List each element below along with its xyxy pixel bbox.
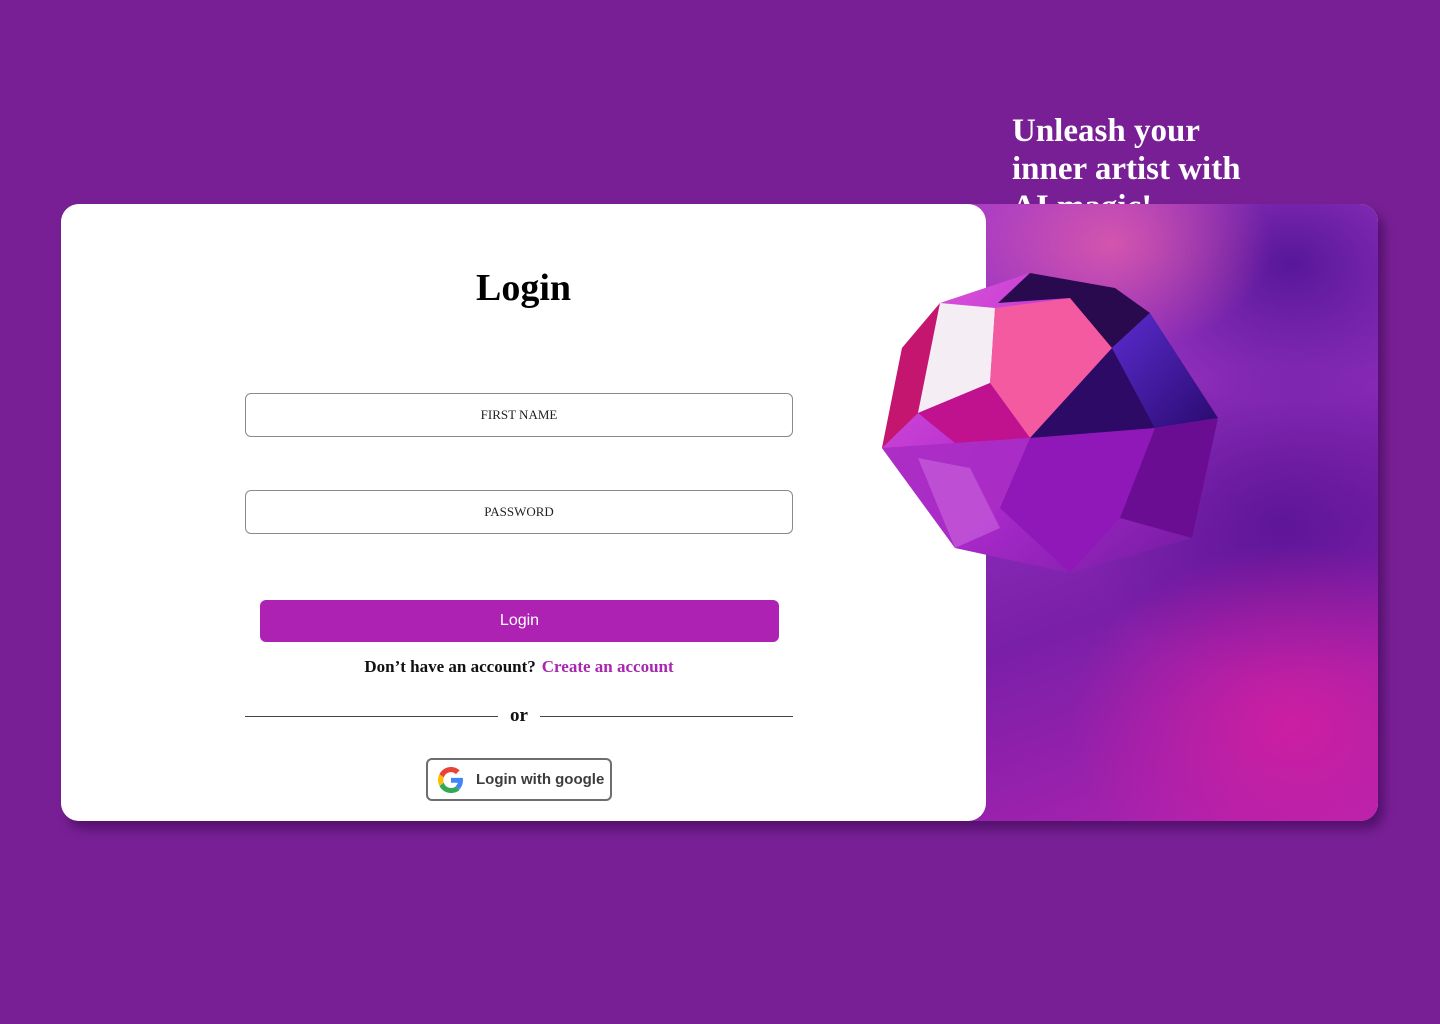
password-field[interactable] [245, 490, 793, 534]
signup-question: Don’t have an account? [364, 657, 536, 676]
login-button[interactable]: Login [260, 600, 779, 642]
first-name-field[interactable] [245, 393, 793, 437]
google-login-label: Login with google [476, 771, 605, 788]
google-login-button[interactable]: Login with google [426, 758, 612, 801]
create-account-link[interactable]: Create an account [542, 657, 674, 676]
divider-line-left [245, 715, 499, 717]
divider-line-right [539, 715, 793, 717]
divider-text: or [510, 705, 528, 726]
google-icon [438, 766, 464, 793]
password-input[interactable] [246, 490, 792, 534]
or-divider: or [245, 704, 793, 728]
signup-prompt: Don’t have an account? Create an account [61, 657, 977, 677]
crystal-gem-illustration [882, 273, 1218, 573]
first-name-input[interactable] [246, 393, 792, 437]
